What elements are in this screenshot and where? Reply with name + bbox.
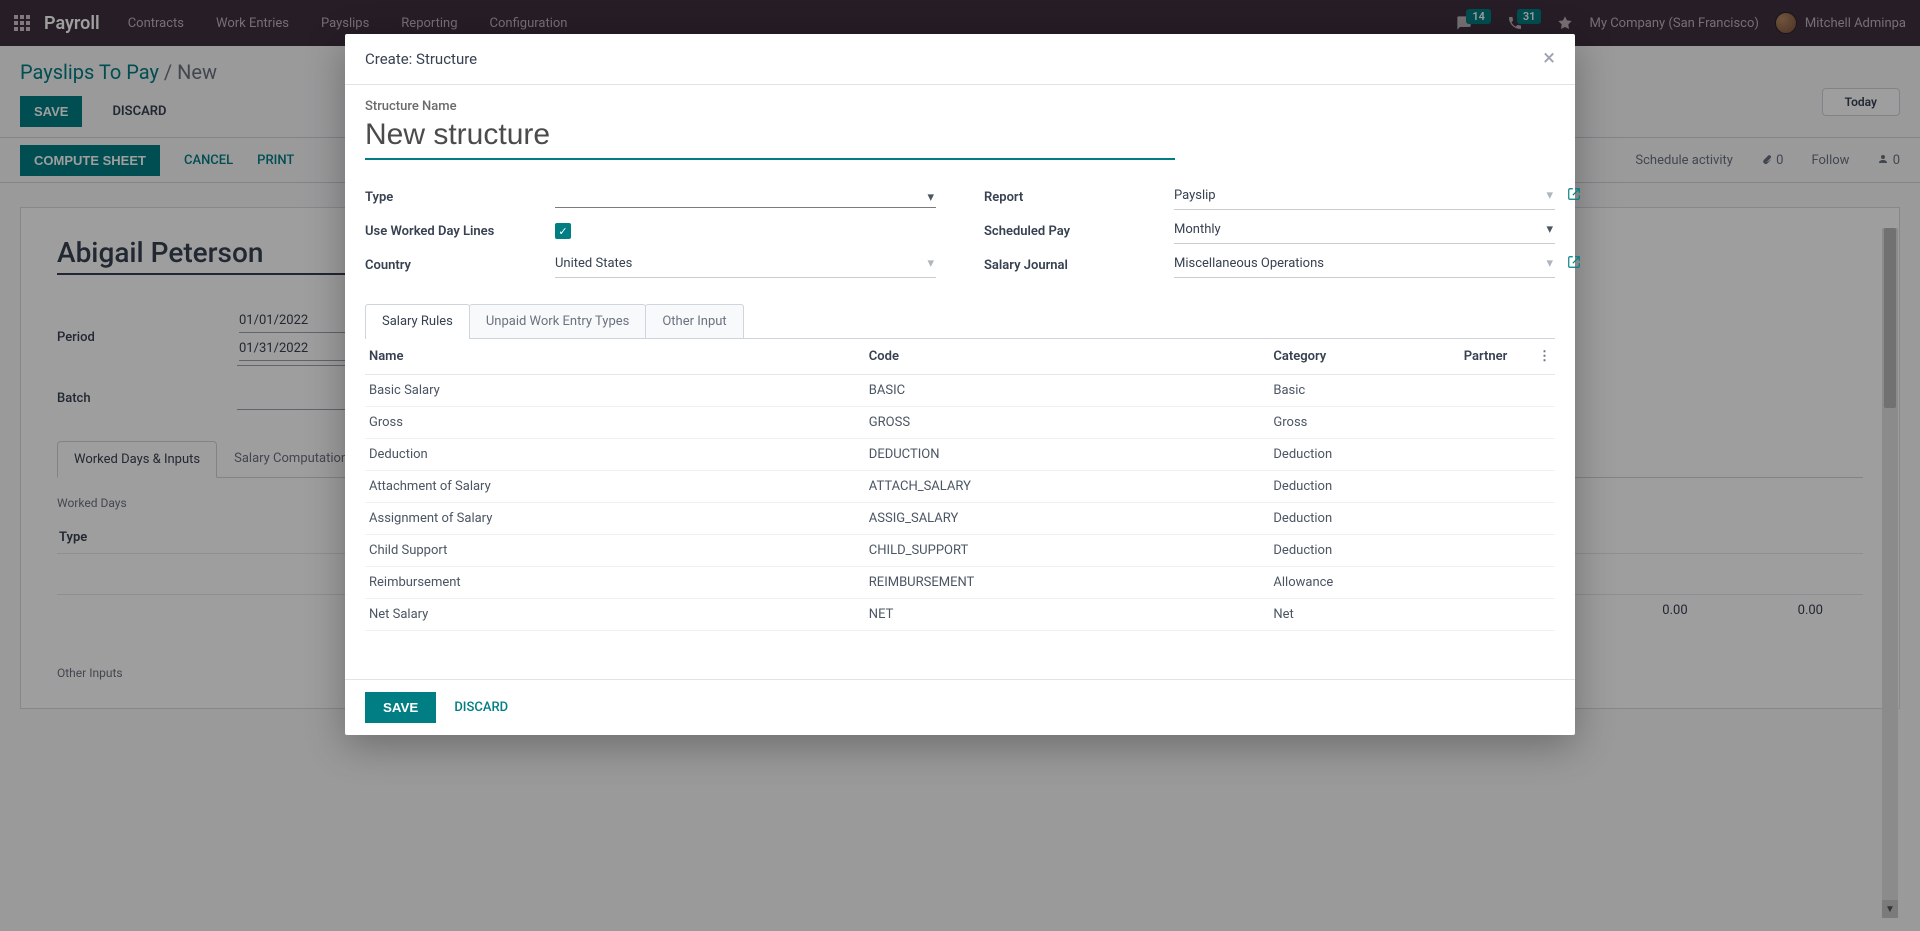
cell-name: Reimbursement: [365, 567, 865, 599]
modal-overlay: Create: Structure × Structure Name Type …: [0, 0, 1920, 931]
col-partner: Partner: [1460, 339, 1527, 375]
chevron-down-icon: ▾: [1546, 222, 1553, 237]
cell-category: Deduction: [1269, 471, 1459, 503]
close-icon[interactable]: ×: [1543, 48, 1555, 70]
tab-unpaid-work-entry[interactable]: Unpaid Work Entry Types: [469, 304, 646, 338]
cell-name: Basic Salary: [365, 375, 865, 407]
table-row[interactable]: Basic SalaryBASICBasic: [365, 375, 1555, 407]
worked-day-lines-label: Use Worked Day Lines: [365, 224, 555, 239]
cell-code: REIMBURSEMENT: [865, 567, 1270, 599]
cell-category: Allowance: [1269, 567, 1459, 599]
table-row[interactable]: ReimbursementREIMBURSEMENTAllowance: [365, 567, 1555, 599]
cell-code: NET: [865, 599, 1270, 631]
modal-title: Create: Structure: [365, 50, 477, 68]
country-label: Country: [365, 258, 555, 273]
cell-code: GROSS: [865, 407, 1270, 439]
salary-journal-field[interactable]: Miscellaneous Operations ▾: [1174, 252, 1555, 278]
cell-partner: [1460, 567, 1527, 599]
col-category: Category: [1269, 339, 1459, 375]
create-structure-modal: Create: Structure × Structure Name Type …: [345, 34, 1575, 735]
cell-partner: [1460, 471, 1527, 503]
type-field[interactable]: ▾: [555, 186, 936, 208]
table-row[interactable]: GrossGROSSGross: [365, 407, 1555, 439]
cell-partner: [1460, 375, 1527, 407]
chevron-down-icon: ▾: [927, 256, 934, 271]
cell-code: DEDUCTION: [865, 439, 1270, 471]
cell-category: Deduction: [1269, 535, 1459, 567]
cell-category: Deduction: [1269, 439, 1459, 471]
cell-code: BASIC: [865, 375, 1270, 407]
cell-name: Deduction: [365, 439, 865, 471]
chevron-down-icon: ▾: [1546, 188, 1553, 203]
country-field[interactable]: United States ▾: [555, 252, 936, 278]
cell-code: CHILD_SUPPORT: [865, 535, 1270, 567]
salary-rules-table: Name Code Category Partner ⋮ Basic Salar…: [365, 339, 1555, 631]
scheduled-pay-field[interactable]: Monthly ▾: [1174, 218, 1555, 244]
table-row[interactable]: DeductionDEDUCTIONDeduction: [365, 439, 1555, 471]
worked-day-lines-checkbox[interactable]: ✓: [555, 223, 571, 239]
col-name: Name: [365, 339, 865, 375]
external-link-icon[interactable]: [1567, 187, 1581, 205]
external-link-icon[interactable]: [1567, 255, 1581, 273]
col-options-icon[interactable]: ⋮: [1527, 339, 1555, 375]
scheduled-pay-label: Scheduled Pay: [984, 224, 1174, 239]
cell-partner: [1460, 535, 1527, 567]
table-row[interactable]: Attachment of SalaryATTACH_SALARYDeducti…: [365, 471, 1555, 503]
tab-salary-rules[interactable]: Salary Rules: [365, 304, 470, 338]
cell-partner: [1460, 503, 1527, 535]
cell-partner: [1460, 407, 1527, 439]
report-field[interactable]: Payslip ▾: [1174, 184, 1555, 210]
tab-other-input[interactable]: Other Input: [645, 304, 743, 338]
cell-partner: [1460, 439, 1527, 471]
cell-partner: [1460, 599, 1527, 631]
cell-category: Net: [1269, 599, 1459, 631]
structure-name-input[interactable]: [365, 116, 1175, 160]
cell-category: Deduction: [1269, 503, 1459, 535]
cell-name: Assignment of Salary: [365, 503, 865, 535]
modal-tabs: Salary Rules Unpaid Work Entry Types Oth…: [365, 304, 1555, 339]
modal-discard-button[interactable]: DISCARD: [454, 700, 508, 715]
cell-category: Basic: [1269, 375, 1459, 407]
cell-name: Child Support: [365, 535, 865, 567]
cell-code: ASSIG_SALARY: [865, 503, 1270, 535]
cell-name: Attachment of Salary: [365, 471, 865, 503]
cell-code: ATTACH_SALARY: [865, 471, 1270, 503]
table-row[interactable]: Net SalaryNETNet: [365, 599, 1555, 631]
type-label: Type: [365, 190, 555, 205]
chevron-down-icon: ▾: [1546, 256, 1553, 271]
table-row[interactable]: Child SupportCHILD_SUPPORTDeduction: [365, 535, 1555, 567]
cell-name: Gross: [365, 407, 865, 439]
salary-journal-label: Salary Journal: [984, 258, 1174, 273]
structure-name-label: Structure Name: [365, 99, 1555, 114]
report-label: Report: [984, 190, 1174, 205]
col-code: Code: [865, 339, 1270, 375]
cell-name: Net Salary: [365, 599, 865, 631]
modal-save-button[interactable]: SAVE: [365, 692, 436, 723]
cell-category: Gross: [1269, 407, 1459, 439]
chevron-down-icon: ▾: [927, 190, 934, 205]
table-row[interactable]: Assignment of SalaryASSIG_SALARYDeductio…: [365, 503, 1555, 535]
